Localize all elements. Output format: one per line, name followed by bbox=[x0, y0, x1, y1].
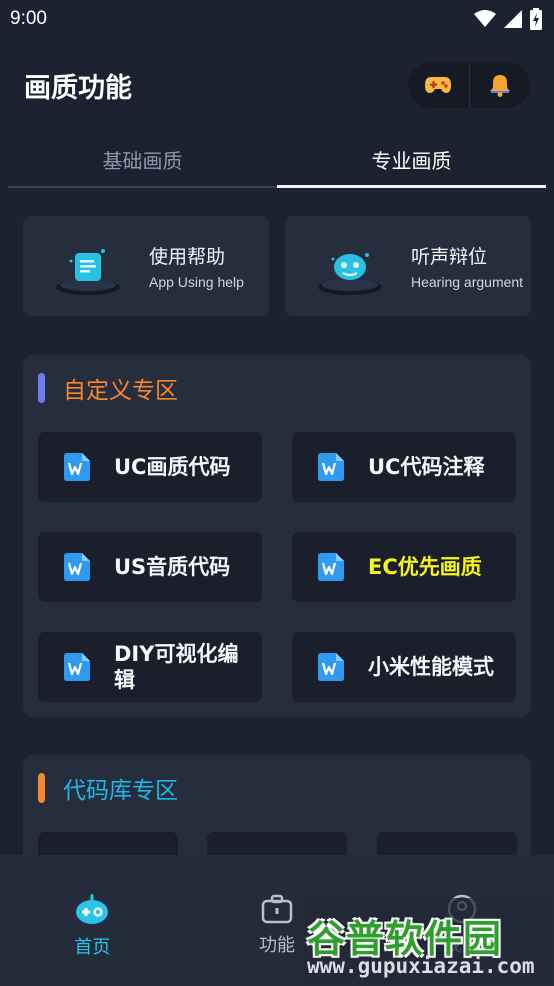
hearing-argument-subtitle: Hearing argument bbox=[411, 274, 524, 290]
app-header: 画质功能 bbox=[0, 56, 554, 114]
tab-pro-quality[interactable]: 专业画质 bbox=[277, 130, 546, 188]
diy-visual-edit-button[interactable]: DIY可视化编辑 bbox=[38, 632, 262, 702]
xiaomi-performance-label: 小米性能模式 bbox=[368, 655, 494, 679]
status-icons bbox=[474, 8, 542, 30]
notification-button[interactable] bbox=[469, 62, 530, 108]
w-doc-icon bbox=[64, 553, 90, 581]
uc-quality-code-button[interactable]: UC画质代码 bbox=[38, 432, 262, 502]
xiaomi-performance-button[interactable]: 小米性能模式 bbox=[292, 632, 516, 702]
tab-basic-label: 基础画质 bbox=[102, 148, 183, 173]
battery-icon bbox=[530, 8, 542, 30]
quality-tabs: 基础画质 专业画质 bbox=[8, 130, 546, 188]
nav-features-label: 功能 bbox=[259, 935, 295, 956]
us-audio-code-button[interactable]: US音质代码 bbox=[38, 532, 262, 602]
game-button[interactable] bbox=[408, 62, 469, 108]
status-bar: 9:00 bbox=[0, 0, 554, 38]
signal-icon bbox=[504, 10, 522, 28]
ec-priority-quality-label: EC优先画质 bbox=[368, 555, 482, 579]
watermark-url: www.gupuxiazai.com bbox=[307, 954, 535, 978]
code-library-bar bbox=[38, 773, 45, 803]
us-audio-code-label: US音质代码 bbox=[114, 555, 231, 579]
code-library-header: 代码库专区 bbox=[38, 771, 178, 805]
custom-zone-bar bbox=[38, 373, 45, 403]
page-title: 画质功能 bbox=[24, 72, 132, 104]
ec-priority-quality-button[interactable]: EC优先画质 bbox=[292, 532, 516, 602]
briefcase-icon bbox=[261, 894, 293, 924]
radar-icon bbox=[305, 231, 395, 301]
custom-zone-section: 自定义专区 UC画质代码 UC代码注释 US音质代码 EC优先画质 DIY可视化… bbox=[23, 355, 531, 717]
header-actions bbox=[408, 62, 530, 108]
usage-help-subtitle: App Using help bbox=[149, 274, 244, 290]
tab-pro-underline bbox=[277, 185, 546, 188]
hearing-argument-title: 听声辩位 bbox=[411, 246, 488, 268]
document-icon bbox=[43, 231, 133, 301]
status-time: 9:00 bbox=[10, 8, 47, 29]
tab-basic-quality[interactable]: 基础画质 bbox=[8, 130, 277, 188]
nav-home[interactable]: 首页 bbox=[0, 855, 185, 986]
w-doc-icon bbox=[318, 653, 344, 681]
custom-zone-header: 自定义专区 bbox=[38, 371, 178, 405]
bell-icon bbox=[489, 75, 510, 97]
uc-code-comment-button[interactable]: UC代码注释 bbox=[292, 432, 516, 502]
watermark: 谷普软件园 www.gupuxiazai.com bbox=[303, 898, 552, 982]
gamepad-icon bbox=[425, 77, 452, 93]
usage-help-title: 使用帮助 bbox=[149, 246, 226, 268]
usage-help-card[interactable]: 使用帮助 App Using help bbox=[23, 216, 269, 316]
hearing-argument-card[interactable]: 听声辩位 Hearing argument bbox=[285, 216, 531, 316]
nav-home-label: 首页 bbox=[74, 937, 111, 958]
tab-basic-underline bbox=[8, 186, 277, 188]
gamepad-home-icon bbox=[76, 894, 109, 924]
diy-visual-edit-label: DIY可视化编辑 bbox=[114, 642, 239, 692]
custom-zone-title: 自定义专区 bbox=[63, 378, 178, 404]
w-doc-icon bbox=[318, 453, 344, 481]
uc-quality-code-label: UC画质代码 bbox=[114, 455, 231, 479]
w-doc-icon bbox=[64, 653, 90, 681]
w-doc-icon bbox=[318, 553, 344, 581]
code-library-title: 代码库专区 bbox=[63, 778, 178, 804]
tab-pro-label: 专业画质 bbox=[371, 148, 452, 173]
w-doc-icon bbox=[64, 453, 90, 481]
uc-code-comment-label: UC代码注释 bbox=[368, 455, 485, 479]
wifi-icon bbox=[474, 10, 496, 27]
